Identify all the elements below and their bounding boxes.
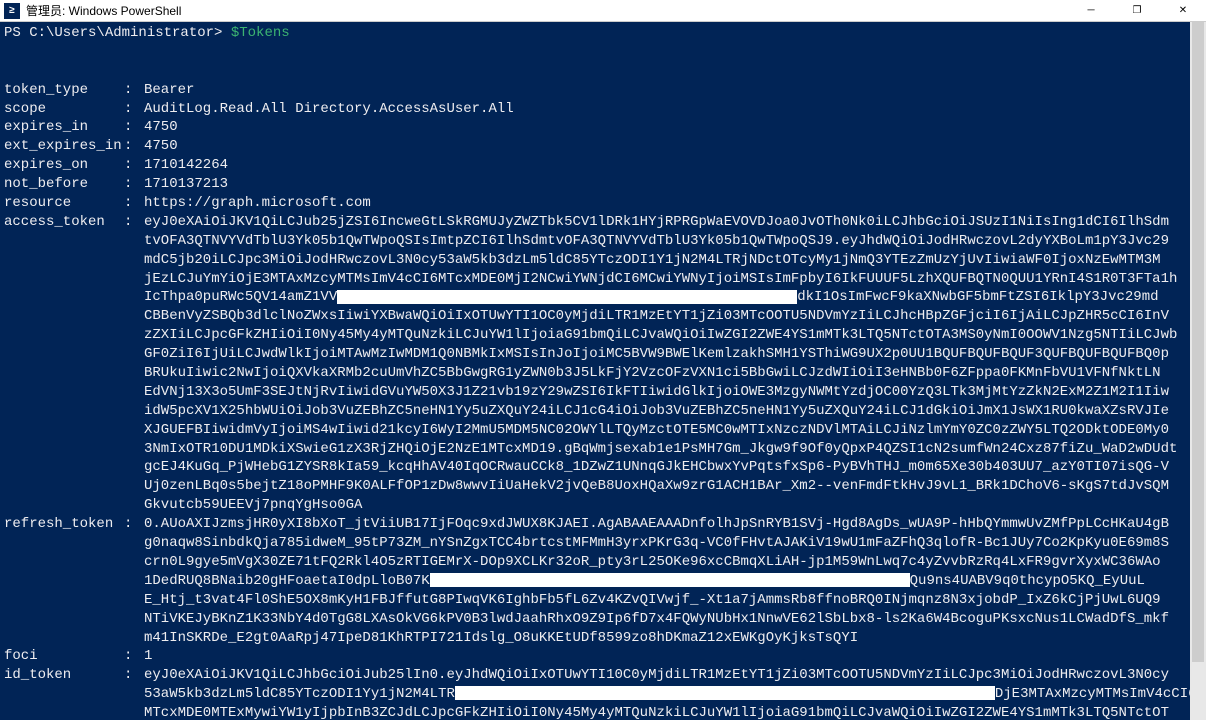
kv-key-token-type: token_type [4,81,124,100]
ps-prompt: PS C:\Users\Administrator> [4,25,231,41]
kv-sep: : [124,137,144,156]
kv-key-foci: foci [4,647,124,666]
titlebar: ≥ 管理员: Windows PowerShell ─ ❐ ✕ [0,0,1206,22]
refresh-token-cont: 1DedRUQ8BNaib20gHFoaetaI0dpLloB07KxQu9ns… [144,572,1202,591]
kv-sep: : [124,175,144,194]
token-part: DjE3MTAxMzcyMTMsImV4cCI6 [995,686,1197,702]
token-part: IcThpa0puRWc5QV14amZ1VV [144,289,337,305]
token-part: 53aW5kb3dzLm5ldC85YTczODI1Yy1jN2M4LTR [144,686,455,702]
kv-key-scope: scope [4,100,124,119]
kv-key-access-token: access_token [4,213,124,232]
powershell-icon: ≥ [4,3,20,19]
token-part: dkI1OsImFwcF9kaXNwbGF5bmFtZSI6IklpY3Jvc2… [797,289,1158,305]
refresh-token-cont: g0naqw8SinbdkQja785idweM_95tP73ZM_nYSnZg… [144,534,1202,553]
kv-row-access-token: access_token : eyJ0eXAiOiJKV1QiLCJub25jZ… [4,213,1202,232]
kv-row: scope : AuditLog.Read.All Directory.Acce… [4,100,1202,119]
kv-key-not-before: not_before [4,175,124,194]
redacted-block: x [337,290,797,304]
kv-row-refresh-token: refresh_token : 0.AUoAXIJzmsjHR0yXI8bXoT… [4,515,1202,534]
minimize-button[interactable]: ─ [1068,0,1114,22]
access-token-cont: BRUkuIiwic2NwIjoiQXVkaXRMb2cuUmVhZC5BbGw… [144,364,1202,383]
kv-row: resource : https://graph.microsoft.com [4,194,1202,213]
kv-row: not_before : 1710137213 [4,175,1202,194]
kv-sep: : [124,647,144,666]
ps-command: $Tokens [231,25,290,41]
token-part: Qu9ns4UABV9q0thcypO5KQ_EyUuL [910,573,1145,589]
access-token-cont: GF0ZiI6IjUiLCJwdWlkIjoiMTAwMzIwMDM1Q0NBM… [144,345,1202,364]
kv-row: expires_on : 1710142264 [4,156,1202,175]
kv-val-not-before: 1710137213 [144,175,1202,194]
kv-val-scope: AuditLog.Read.All Directory.AccessAsUser… [144,100,1202,119]
kv-row: ext_expires_in : 4750 [4,137,1202,156]
access-token-cont: 3NmIxOTR10DU1MDkiXSwieG1zX3RjZHQiOjE2NzE… [144,440,1202,459]
kv-key-expires-in: expires_in [4,118,124,137]
kv-key-ext-expires-in: ext_expires_in [4,137,124,156]
close-button[interactable]: ✕ [1160,0,1206,22]
refresh-token-cont: m41InSKRDe_E2gt0AaRpj47IpeD81KhRTPI721Id… [144,629,1202,648]
kv-sep: : [124,100,144,119]
access-token-cont: idW5pcXV1X25hbWUiOiJob3VuZEBhZC5neHN1Yy5… [144,402,1202,421]
access-token-cont: CBBenVyZSBQb3dlclNoZWxsIiwiYXBwaWQiOiIxO… [144,307,1202,326]
redacted-block: x [455,686,995,700]
terminal-area[interactable]: PS C:\Users\Administrator> $Tokens token… [0,22,1206,720]
kv-sep: : [124,194,144,213]
kv-val-token-type: Bearer [144,81,1202,100]
access-token-cont: mdC5jb20iLCJpc3MiOiJodHRwczovL3N0cy53aW5… [144,251,1202,270]
window-title: 管理员: Windows PowerShell [24,2,1068,19]
kv-row-id-token: id_token : eyJ0eXAiOiJKV1QiLCJhbGciOiJub… [4,666,1202,685]
kv-sep: : [124,118,144,137]
kv-key-id-token: id_token [4,666,124,685]
access-token-cont: gcEJ4KuGq_PjWHebG1ZYSR8kIa59_kcqHhAV40Iq… [144,458,1202,477]
kv-val-resource: https://graph.microsoft.com [144,194,1202,213]
maximize-button[interactable]: ❐ [1114,0,1160,22]
kv-sep: : [124,515,144,534]
kv-key-refresh-token: refresh_token [4,515,124,534]
kv-sep: : [124,213,144,232]
access-token-cont: XJGUEFBIiwidmVyIjoiMS4wIiwid21kcyI6WyI2M… [144,421,1202,440]
window-controls: ─ ❐ ✕ [1068,0,1206,22]
access-token-cont: Gkvutcb59UEEVj7pnqYgHso0GA [144,496,1202,515]
kv-val-expires-on: 1710142264 [144,156,1202,175]
access-token-cont: Uj0zenLBq0s5bejtZ18oPMHF9K0ALFfOP1zDw8ww… [144,477,1202,496]
kv-key-resource: resource [4,194,124,213]
access-token-cont: tvOFA3QTNVYVdTblU3Yk05b1QwTWpoQSIsImtpZC… [144,232,1202,251]
kv-sep: : [124,81,144,100]
kv-val-refresh-token: 0.AUoAXIJzmsjHR0yXI8bXoT_jtViiUB17IjFOqc… [144,515,1202,534]
token-part: 1DedRUQ8BNaib20gHFoaetaI0dpLloB07K [144,573,430,589]
kv-sep: : [124,666,144,685]
kv-val-expires-in: 4750 [144,118,1202,137]
kv-val-ext-expires-in: 4750 [144,137,1202,156]
scrollbar[interactable] [1190,22,1206,720]
refresh-token-cont: crn0L9gye5mVgX30ZE71tFQ2Rkl4O5zRTIGEMrX-… [144,553,1202,572]
access-token-cont: IcThpa0puRWc5QV14amZ1VVxdkI1OsImFwcF9kaX… [144,288,1202,307]
scrollbar-thumb[interactable] [1192,22,1204,662]
kv-sep: : [124,156,144,175]
redacted-block: x [430,573,910,587]
access-token-cont: EdVNj13X3o5UmF3SEJtNjRvIiwidGVuYW50X3J1Z… [144,383,1202,402]
id-token-cont: 53aW5kb3dzLm5ldC85YTczODI1Yy1jN2M4LTRxDj… [144,685,1202,704]
access-token-cont: zZXIiLCJpcGFkZHIiOiI0Ny45My4yMTQuNzkiLCJ… [144,326,1202,345]
kv-row: expires_in : 4750 [4,118,1202,137]
kv-row: foci : 1 [4,647,1202,666]
kv-key-expires-on: expires_on [4,156,124,175]
kv-row: token_type : Bearer [4,81,1202,100]
kv-val-foci: 1 [144,647,1202,666]
refresh-token-cont: NTiVKEJyBKnZ1K33NbY4d0TgG8LXAsOkVG6kPV0B… [144,610,1202,629]
id-token-cont: MTcxMDE0MTExMywiYW1yIjpbInB3ZCJdLCJpcGFk… [144,704,1202,720]
access-token-cont: jEzLCJuYmYiOjE3MTAxMzcyMTMsImV4cCI6MTcxM… [144,270,1202,289]
refresh-token-cont: E_Htj_t3vat4Fl0ShE5OX8mKyH1FBJffutG8PIwq… [144,591,1202,610]
kv-val-id-token: eyJ0eXAiOiJKV1QiLCJhbGciOiJub25lIn0.eyJh… [144,666,1202,685]
kv-val-access-token: eyJ0eXAiOiJKV1QiLCJub25jZSI6IncweGtLSkRG… [144,213,1202,232]
prompt-line: PS C:\Users\Administrator> $Tokens [4,24,1202,43]
